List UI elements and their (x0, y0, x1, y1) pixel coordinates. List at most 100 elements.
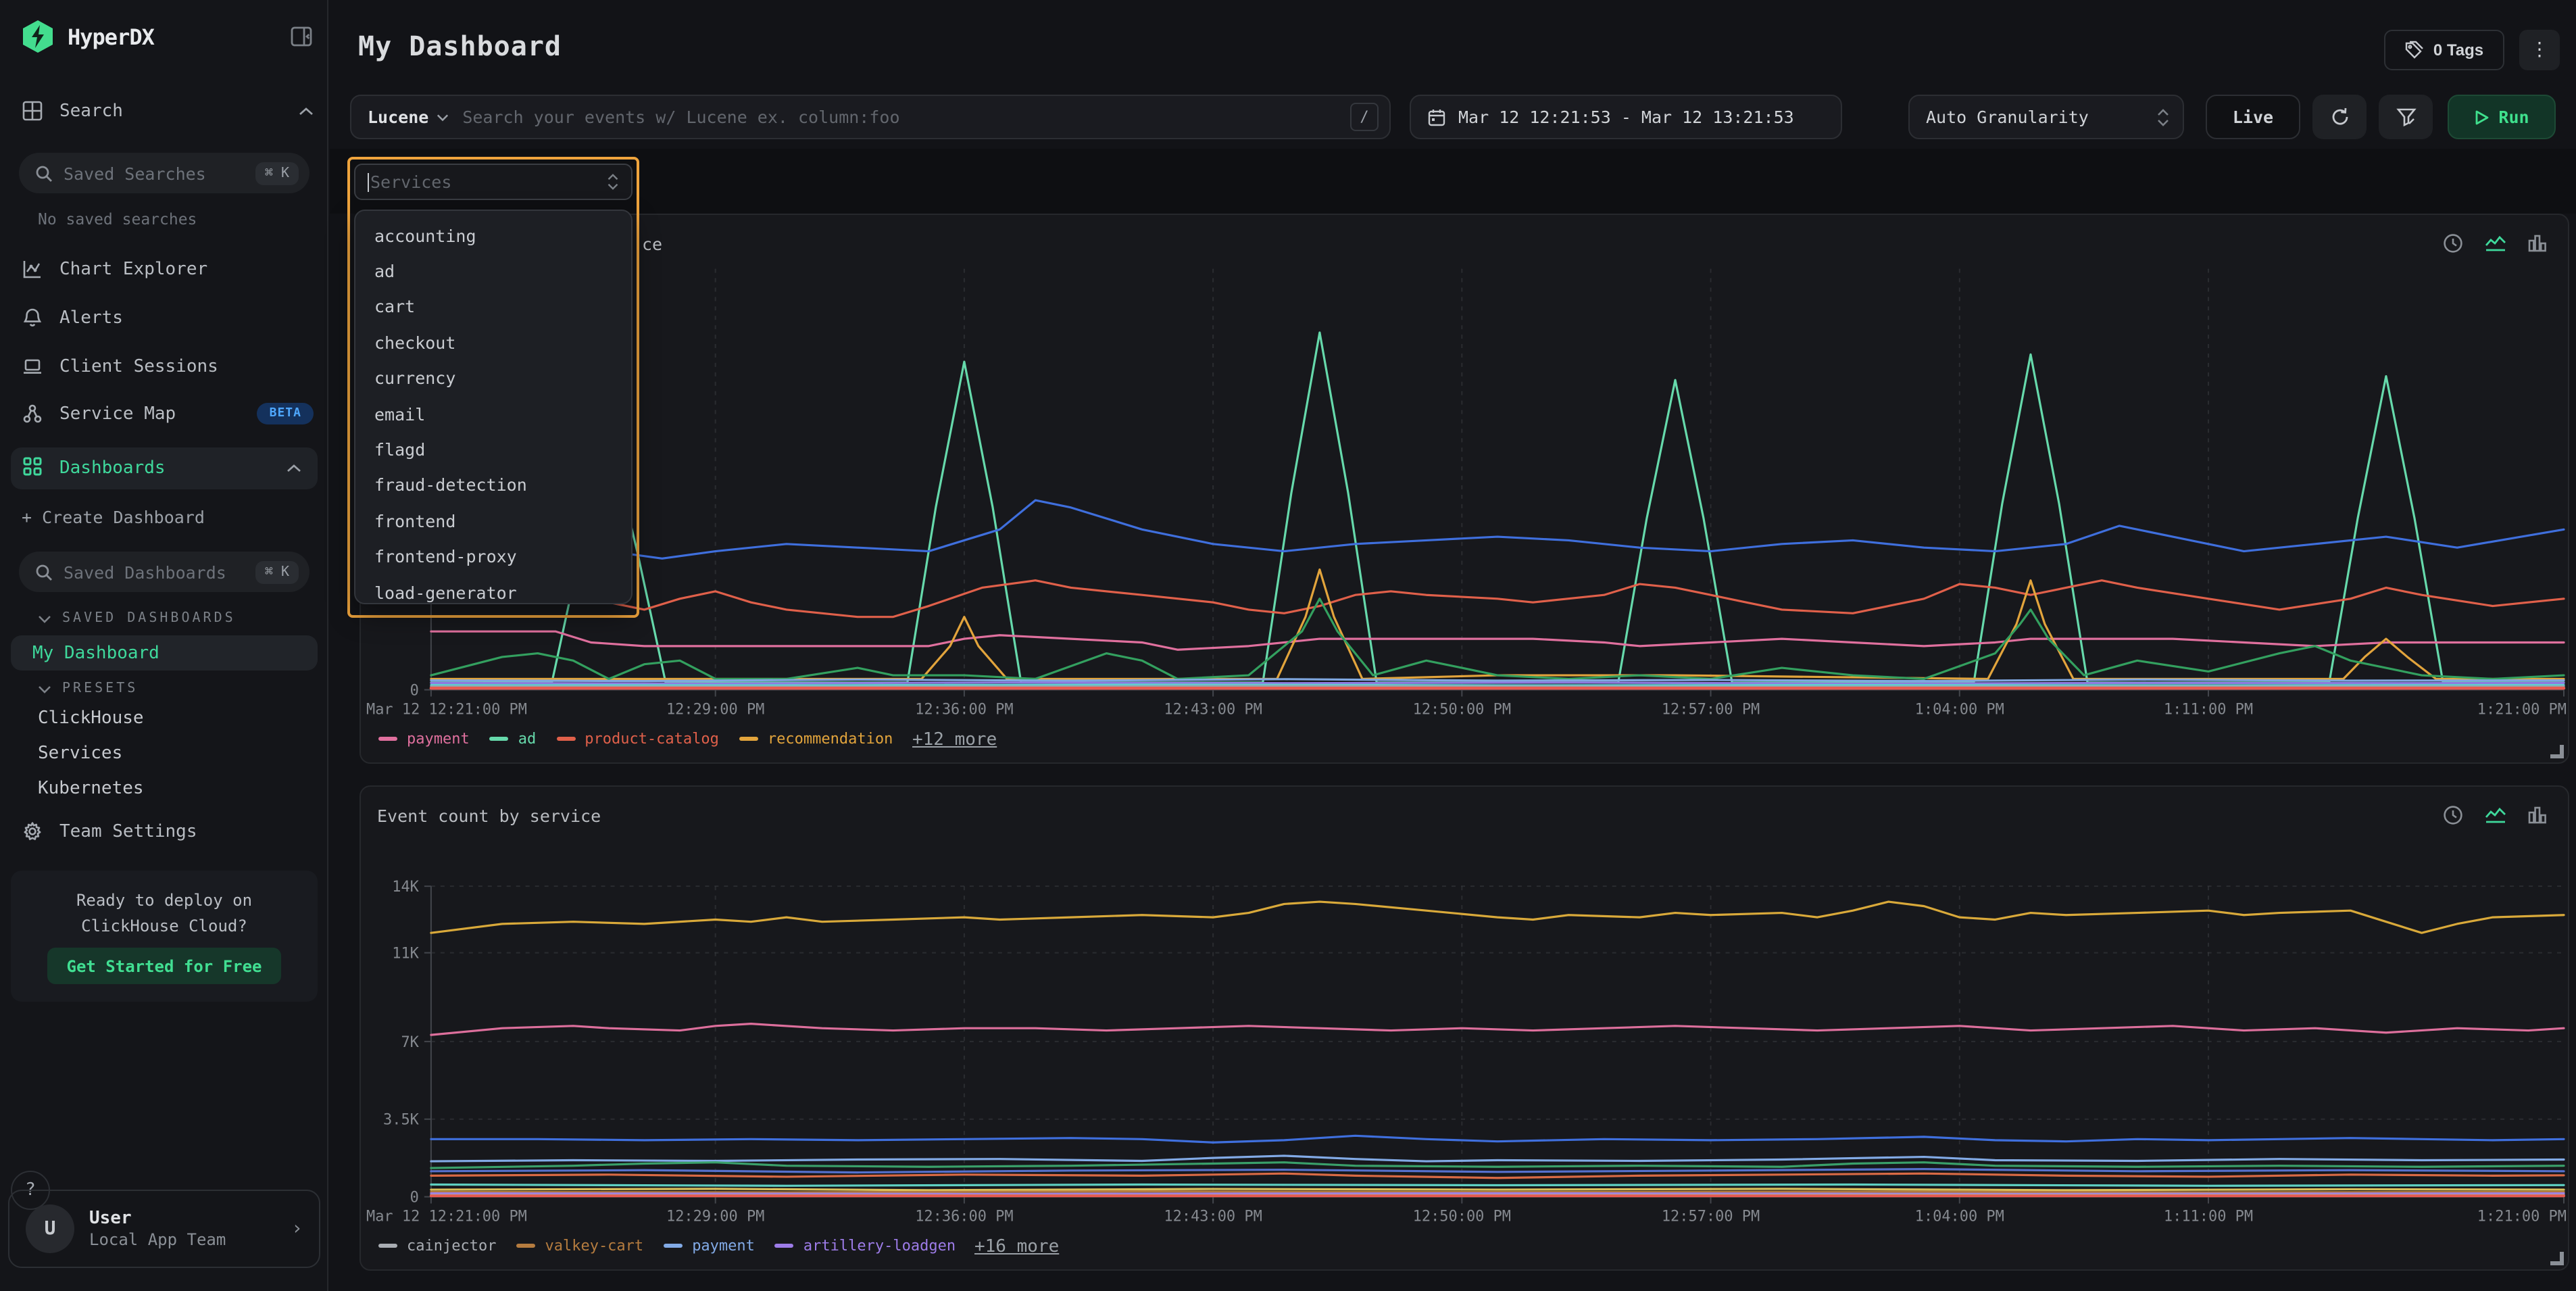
svg-text:12:50:00 PM: 12:50:00 PM (1413, 701, 1511, 718)
svg-text:12:29:00 PM: 12:29:00 PM (666, 701, 764, 718)
line-chart-toggle-icon[interactable] (2484, 233, 2507, 255)
svg-text:1:04:00 PM: 1:04:00 PM (1915, 1208, 2004, 1225)
line-chart-toggle-icon[interactable] (2484, 804, 2507, 827)
search-icon (35, 164, 53, 182)
legend-swatch (775, 1244, 794, 1248)
legend-label: valkey-cart (545, 1237, 643, 1255)
filter-button[interactable] (2379, 95, 2433, 139)
services-select[interactable]: Services (354, 164, 633, 200)
sidebar-item-team-settings[interactable]: Team Settings (20, 815, 314, 848)
preset-dashboard-link[interactable]: Kubernetes (38, 779, 144, 799)
legend-item: ad (490, 730, 537, 748)
legend-swatch (378, 737, 397, 741)
sidebar-item-alerts[interactable]: Alerts (20, 301, 314, 334)
panel-resize-handle[interactable] (2550, 1252, 2564, 1265)
svg-text:12:43:00 PM: 12:43:00 PM (1164, 1208, 1262, 1225)
service-option[interactable]: ad (355, 253, 631, 289)
sidebar-item-client-sessions[interactable]: Client Sessions (20, 350, 314, 383)
sidebar-collapse-icon[interactable] (289, 24, 314, 49)
legend-swatch (490, 737, 509, 741)
search-grid-icon (20, 99, 43, 122)
sidebar-item-label: Chart Explorer (59, 259, 207, 279)
text-caret (368, 172, 369, 191)
svg-text:12:50:00 PM: 12:50:00 PM (1413, 1208, 1511, 1225)
sidebar-item-dashboards[interactable]: Dashboards (11, 447, 318, 489)
refresh-button[interactable] (2312, 95, 2367, 139)
user-menu[interactable]: U User Local App Team › (8, 1190, 320, 1268)
sidebar-item-search[interactable]: Search (20, 95, 314, 127)
tags-button[interactable]: 0 Tags (2384, 30, 2504, 70)
panel-resize-handle[interactable] (2550, 745, 2564, 758)
sidebar-item-label: Team Settings (59, 821, 197, 842)
svg-text:12:36:00 PM: 12:36:00 PM (915, 701, 1013, 718)
chevron-updown-icon (607, 173, 619, 191)
dashboards-icon (22, 455, 43, 482)
sidebar-item-chart-explorer[interactable]: Chart Explorer (20, 253, 314, 285)
saved-searches-input[interactable] (64, 163, 245, 183)
service-option[interactable]: cart (355, 289, 631, 325)
service-option[interactable]: currency (355, 360, 631, 396)
legend-item: valkey-cart (516, 1237, 643, 1255)
dashboard-menu-button[interactable]: ⋮ (2519, 30, 2560, 70)
saved-searches-search[interactable]: ⌘ K (19, 153, 309, 193)
page-title: My Dashboard (358, 30, 562, 62)
svg-text:14K: 14K (392, 879, 419, 896)
time-range-picker[interactable]: Mar 12 12:21:53 - Mar 12 13:21:53 (1410, 95, 1842, 139)
legend-swatch (664, 1244, 683, 1248)
preset-dashboard-link[interactable]: Services (38, 744, 122, 764)
service-option[interactable]: flagd (355, 432, 631, 468)
section-presets[interactable]: PRESETS (38, 681, 138, 696)
svg-text:1:11:00 PM: 1:11:00 PM (2164, 701, 2253, 718)
chevron-up-icon (299, 106, 314, 116)
sidebar-item-my-dashboard[interactable]: My Dashboard (11, 635, 318, 671)
bar-chart-toggle-icon[interactable] (2526, 804, 2549, 827)
service-option[interactable]: fraud-detection (355, 467, 631, 503)
sidebar-item-label: Dashboards (59, 458, 166, 479)
service-option[interactable]: frontend-proxy (355, 539, 631, 575)
service-option[interactable]: accounting (355, 218, 631, 253)
sidebar-item-service-map[interactable]: Service Map BETA (20, 397, 314, 430)
service-option[interactable]: frontend (355, 503, 631, 539)
live-button[interactable]: Live (2206, 95, 2300, 139)
event-search-input[interactable] (462, 107, 1337, 127)
run-button[interactable]: Run (2448, 95, 2556, 139)
section-saved-dashboards[interactable]: SAVED DASHBOARDS (38, 611, 236, 626)
search-icon (35, 563, 53, 581)
query-language-select[interactable]: Lucene (368, 107, 449, 127)
saved-dashboards-input[interactable] (64, 562, 245, 582)
preset-dashboard-link[interactable]: ClickHouse (38, 708, 144, 729)
svg-text:Mar 12 12:21:00 PM: Mar 12 12:21:00 PM (366, 701, 527, 718)
svg-text:12:57:00 PM: 12:57:00 PM (1662, 701, 1760, 718)
latency-chart: 0Mar 12 12:21:00 PM12:29:00 PM12:36:00 P… (361, 215, 2568, 762)
clock-icon[interactable] (2442, 233, 2465, 255)
legend-more-link[interactable]: +12 more (912, 730, 997, 750)
beta-badge: BETA (257, 403, 314, 424)
service-option[interactable]: checkout (355, 324, 631, 360)
chart-panel-event-count-by-service: 03.5K7K11K14KMar 12 12:21:00 PM12:29:00 … (360, 785, 2569, 1271)
service-option[interactable]: load-generator (355, 575, 631, 604)
svg-text:12:43:00 PM: 12:43:00 PM (1164, 701, 1262, 718)
no-saved-searches-text: No saved searches (38, 210, 197, 228)
svg-text:7K: 7K (401, 1034, 419, 1051)
granularity-select[interactable]: Auto Granularity (1908, 95, 2184, 139)
bar-chart-toggle-icon[interactable] (2526, 233, 2549, 255)
clock-icon[interactable] (2442, 804, 2465, 827)
svg-text:11K: 11K (392, 946, 419, 963)
user-name: User (89, 1209, 226, 1229)
get-started-button[interactable]: Get Started for Free (47, 948, 281, 984)
event-search-bar: Lucene / (350, 95, 1391, 139)
legend-label: ad (518, 730, 537, 748)
kebab-icon: ⋮ (2530, 39, 2549, 61)
gear-icon (20, 820, 43, 843)
play-icon (2474, 109, 2489, 125)
services-dropdown-menu: accountingadcartcheckoutcurrencyemailfla… (354, 210, 633, 604)
chevron-up-icon (287, 464, 301, 473)
chevron-right-icon: › (291, 1218, 303, 1240)
legend-more-link[interactable]: +16 more (974, 1237, 1059, 1257)
service-option[interactable]: email (355, 396, 631, 432)
hyperdx-app: HyperDX Search ⌘ K No saved searches Cha… (0, 0, 2576, 1291)
saved-dashboards-search[interactable]: ⌘ K (19, 552, 309, 592)
create-dashboard-button[interactable]: + Create Dashboard (22, 507, 205, 527)
laptop-icon (20, 355, 43, 378)
sidebar: HyperDX Search ⌘ K No saved searches Cha… (0, 0, 328, 1291)
